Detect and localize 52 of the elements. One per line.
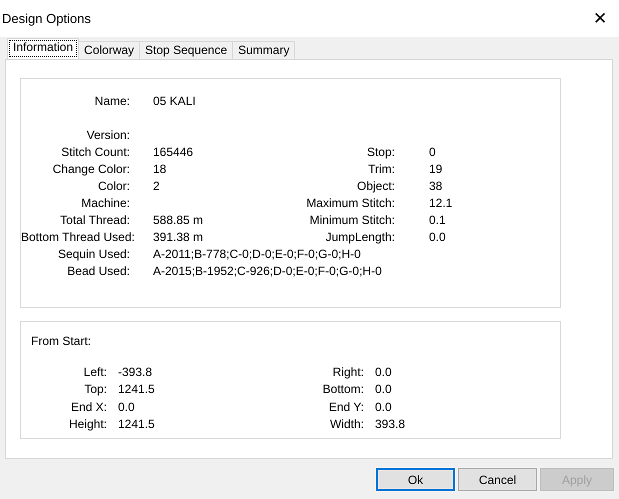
dialog-button[interactable]: Ok (376, 468, 455, 491)
field-value: 19 (428, 160, 444, 178)
field-label: Bottom: (322, 381, 364, 398)
group-title: From Start: (31, 333, 92, 350)
field-value: 0.0 (374, 364, 393, 381)
field-label: End X: (70, 398, 107, 416)
field-value: 38 (428, 178, 444, 194)
field-value: 05 KALI (152, 92, 197, 110)
field-label: Name: (94, 92, 130, 110)
field-label: Width: (328, 416, 364, 434)
tab[interactable]: Summary (232, 41, 296, 59)
field-label: Total Thread: (59, 212, 130, 228)
field-label: Top: (83, 381, 107, 398)
field-label: Change Color: (52, 160, 130, 178)
field-value: 0.0 (428, 228, 447, 246)
field-label: Stop: (366, 144, 395, 160)
field-label: Left: (82, 364, 107, 381)
tab[interactable]: Information (7, 38, 80, 59)
field-label: JumpLength: (324, 228, 395, 246)
field-label: Maximum Stitch: (305, 194, 395, 212)
field-value: 0.0 (117, 398, 136, 416)
dialog-button[interactable]: Cancel (458, 468, 537, 491)
field-value: A-2015;B-1952;C-926;D-0;E-0;F-0;G-0;H-0 (152, 262, 383, 280)
field-label: Height: (68, 416, 107, 434)
field-value: 0.1 (428, 212, 447, 228)
field-value: 588.85 m (152, 212, 204, 228)
field-label: Machine: (80, 194, 130, 212)
field-label: Color: (96, 178, 130, 194)
field-label: Stitch Count: (60, 144, 130, 160)
tab[interactable]: Colorway (78, 41, 140, 59)
field-value: 1241.5 (117, 381, 156, 398)
field-label: Minimum Stitch: (308, 212, 395, 228)
field-value: 393.8 (374, 416, 406, 434)
field-label: Object: (356, 178, 395, 194)
field-label: Sequin Used: (56, 246, 130, 262)
tab[interactable]: Stop Sequence (139, 41, 234, 59)
field-label: End Y: (328, 398, 364, 416)
field-label: Trim: (367, 160, 395, 178)
field-label: Bead Used: (66, 262, 130, 280)
field-value: 0.0 (374, 381, 393, 398)
field-label: Version: (86, 126, 130, 144)
window-title: Design Options (2, 10, 91, 28)
field-value: 0 (428, 144, 437, 160)
field-value: 0.0 (374, 398, 393, 416)
field-value: 12.1 (428, 194, 454, 212)
field-value: -393.8 (117, 364, 154, 381)
field-value: A-2011;B-778;C-0;D-0;E-0;F-0;G-0;H-0 (152, 246, 362, 262)
field-value: 165446 (152, 144, 194, 160)
field-value: 1241.5 (117, 416, 156, 434)
field-value: 18 (152, 160, 168, 178)
field-label: Right: (332, 364, 364, 381)
field-value: 2 (152, 178, 161, 194)
